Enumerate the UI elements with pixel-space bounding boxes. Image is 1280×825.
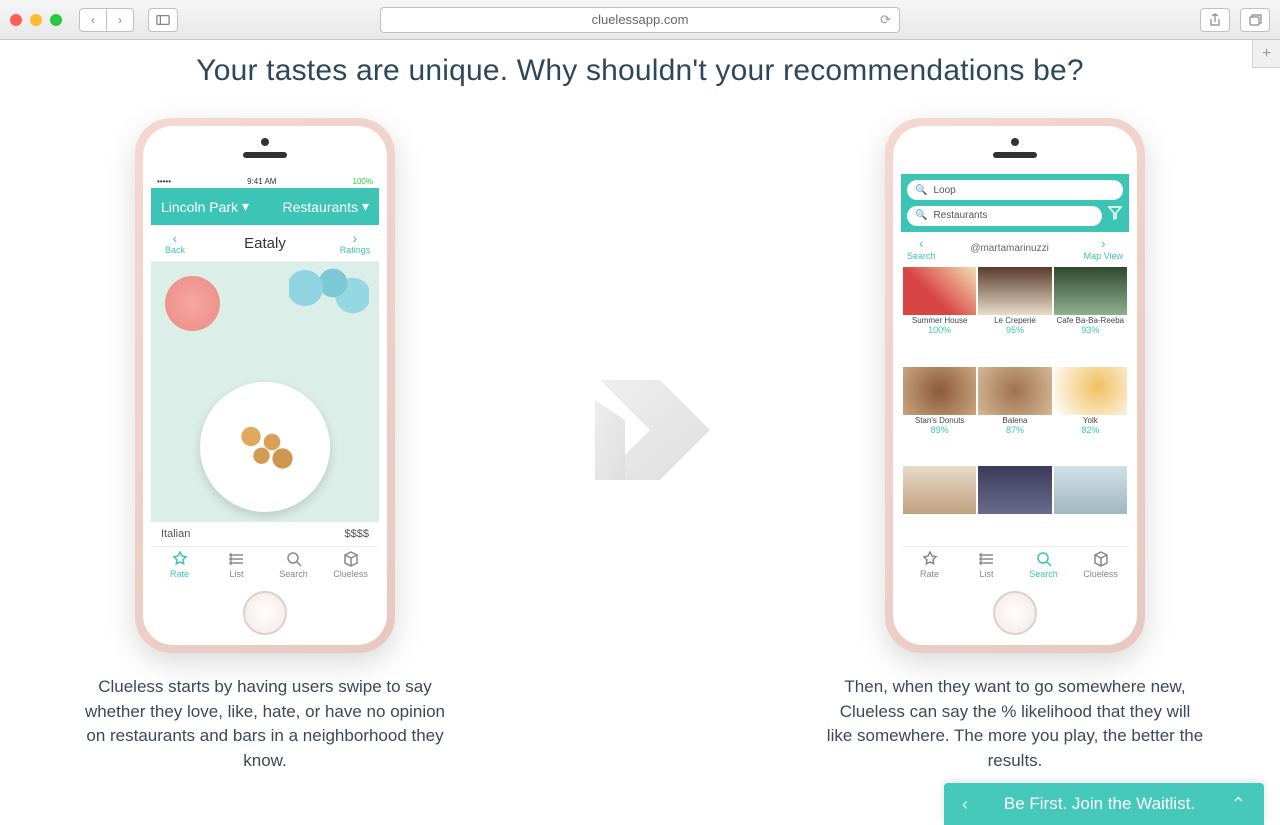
result-cell[interactable] bbox=[903, 466, 976, 544]
location-dropdown[interactable]: Lincoln Park ▾ bbox=[161, 198, 249, 215]
star-icon bbox=[921, 551, 939, 567]
search-icon: 🔍 bbox=[915, 185, 927, 196]
app-screen-search: 🔍Loop 🔍Restaurants ‹Search @martamarinuz… bbox=[901, 174, 1129, 583]
headline: Your tastes are unique. Why shouldn't yo… bbox=[0, 40, 1280, 88]
ratings-nav[interactable]: ›Ratings bbox=[339, 231, 371, 255]
price-label: $$$$ bbox=[345, 528, 369, 540]
search-icon bbox=[285, 551, 303, 567]
photo-drink bbox=[165, 276, 220, 331]
minimize-window-button[interactable] bbox=[30, 14, 42, 26]
chevron-left-icon: ‹ bbox=[962, 794, 968, 815]
tabs-button[interactable] bbox=[1240, 8, 1270, 32]
search-icon bbox=[1035, 551, 1053, 567]
reload-icon[interactable]: ⟳ bbox=[880, 12, 891, 28]
browser-toolbar: ‹ › cluelessapp.com ⟳ bbox=[0, 0, 1280, 40]
waitlist-banner[interactable]: ‹ Be First. Join the Waitlist. ⌃ bbox=[944, 783, 1264, 825]
cube-icon bbox=[1092, 551, 1110, 567]
tab-rate[interactable]: Rate bbox=[901, 547, 958, 583]
sidebar-toggle[interactable] bbox=[148, 8, 178, 32]
search-nav[interactable]: ‹Search bbox=[907, 236, 936, 261]
photo-plate bbox=[200, 382, 330, 512]
app-screen-rate: ••••• 9:41 AM 100% Lincoln Park ▾ Restau… bbox=[151, 174, 379, 583]
search-header: 🔍Loop 🔍Restaurants bbox=[901, 174, 1129, 232]
results-subheader: ‹Search @martamarinuzzi ›Map View bbox=[901, 232, 1129, 265]
tab-list[interactable]: List bbox=[958, 547, 1015, 583]
share-button[interactable] bbox=[1200, 8, 1230, 32]
search-icon: 🔍 bbox=[915, 210, 927, 221]
forward-button[interactable]: › bbox=[106, 8, 134, 32]
tab-clueless[interactable]: Clueless bbox=[322, 547, 379, 583]
back-nav[interactable]: ‹Back bbox=[159, 231, 191, 255]
tab-rate[interactable]: Rate bbox=[151, 547, 208, 583]
url-text: cluelessapp.com bbox=[592, 12, 689, 27]
window-controls bbox=[10, 14, 62, 26]
app-header: Lincoln Park ▾ Restaurants ▾ bbox=[151, 188, 379, 225]
arrow-graphic bbox=[540, 320, 740, 520]
place-header: ‹Back Eataly ›Ratings bbox=[151, 225, 379, 262]
list-icon bbox=[228, 551, 246, 567]
phone-speaker bbox=[243, 152, 287, 158]
fullscreen-window-button[interactable] bbox=[50, 14, 62, 26]
result-cell[interactable]: Cafe Ba-Ba-Reeba93% bbox=[1054, 267, 1127, 365]
filter-icon[interactable] bbox=[1107, 205, 1123, 226]
phone-camera bbox=[1011, 138, 1019, 146]
tab-search[interactable]: Search bbox=[265, 547, 322, 583]
home-button bbox=[243, 591, 287, 635]
result-cell[interactable] bbox=[978, 466, 1051, 544]
waitlist-label: Be First. Join the Waitlist. bbox=[1004, 794, 1195, 814]
close-window-button[interactable] bbox=[10, 14, 22, 26]
page-content: Your tastes are unique. Why shouldn't yo… bbox=[0, 40, 1280, 825]
cuisine-label: Italian bbox=[161, 528, 190, 540]
result-cell[interactable]: Summer House100% bbox=[903, 267, 976, 365]
home-button bbox=[993, 591, 1037, 635]
tab-list[interactable]: List bbox=[208, 547, 265, 583]
address-bar[interactable]: cluelessapp.com ⟳ bbox=[380, 7, 900, 33]
search-location-input[interactable]: 🔍Loop bbox=[907, 180, 1123, 200]
right-caption: Then, when they want to go somewhere new… bbox=[825, 675, 1205, 774]
search-category-input[interactable]: 🔍Restaurants bbox=[907, 206, 1102, 226]
left-caption: Clueless starts by having users swipe to… bbox=[75, 675, 455, 774]
tab-bar: Rate List Search Clueless bbox=[901, 546, 1129, 583]
status-bar: ••••• 9:41 AM 100% bbox=[151, 174, 379, 188]
results-grid: Summer House100% Le Creperie95% Cafe Ba-… bbox=[901, 265, 1129, 546]
left-column: ••••• 9:41 AM 100% Lincoln Park ▾ Restau… bbox=[55, 118, 475, 774]
back-button[interactable]: ‹ bbox=[79, 8, 107, 32]
star-icon bbox=[171, 551, 189, 567]
phone-speaker bbox=[993, 152, 1037, 158]
result-cell[interactable]: Stan's Donuts89% bbox=[903, 367, 976, 465]
place-title: Eataly bbox=[244, 235, 286, 252]
tab-bar: Rate List Search Clueless bbox=[151, 546, 379, 583]
place-photo[interactable] bbox=[151, 262, 379, 522]
photo-decor bbox=[289, 268, 369, 318]
right-column: 🔍Loop 🔍Restaurants ‹Search @martamarinuz… bbox=[805, 118, 1225, 774]
user-handle: @martamarinuzzi bbox=[970, 243, 1049, 254]
result-cell[interactable] bbox=[1054, 466, 1127, 544]
place-meta: Italian $$$$ bbox=[151, 522, 379, 546]
result-cell[interactable]: Yolk82% bbox=[1054, 367, 1127, 465]
phone-mock-rate: ••••• 9:41 AM 100% Lincoln Park ▾ Restau… bbox=[135, 118, 395, 653]
phone-camera bbox=[261, 138, 269, 146]
mapview-nav[interactable]: ›Map View bbox=[1084, 236, 1123, 261]
tab-search[interactable]: Search bbox=[1015, 547, 1072, 583]
cube-icon bbox=[342, 551, 360, 567]
result-cell[interactable]: Le Creperie95% bbox=[978, 267, 1051, 365]
phone-mock-search: 🔍Loop 🔍Restaurants ‹Search @martamarinuz… bbox=[885, 118, 1145, 653]
chevron-up-icon: ⌃ bbox=[1231, 794, 1246, 815]
list-icon bbox=[978, 551, 996, 567]
tab-clueless[interactable]: Clueless bbox=[1072, 547, 1129, 583]
result-cell[interactable]: Balena87% bbox=[978, 367, 1051, 465]
nav-buttons: ‹ › bbox=[80, 8, 134, 32]
category-dropdown[interactable]: Restaurants ▾ bbox=[282, 198, 369, 215]
